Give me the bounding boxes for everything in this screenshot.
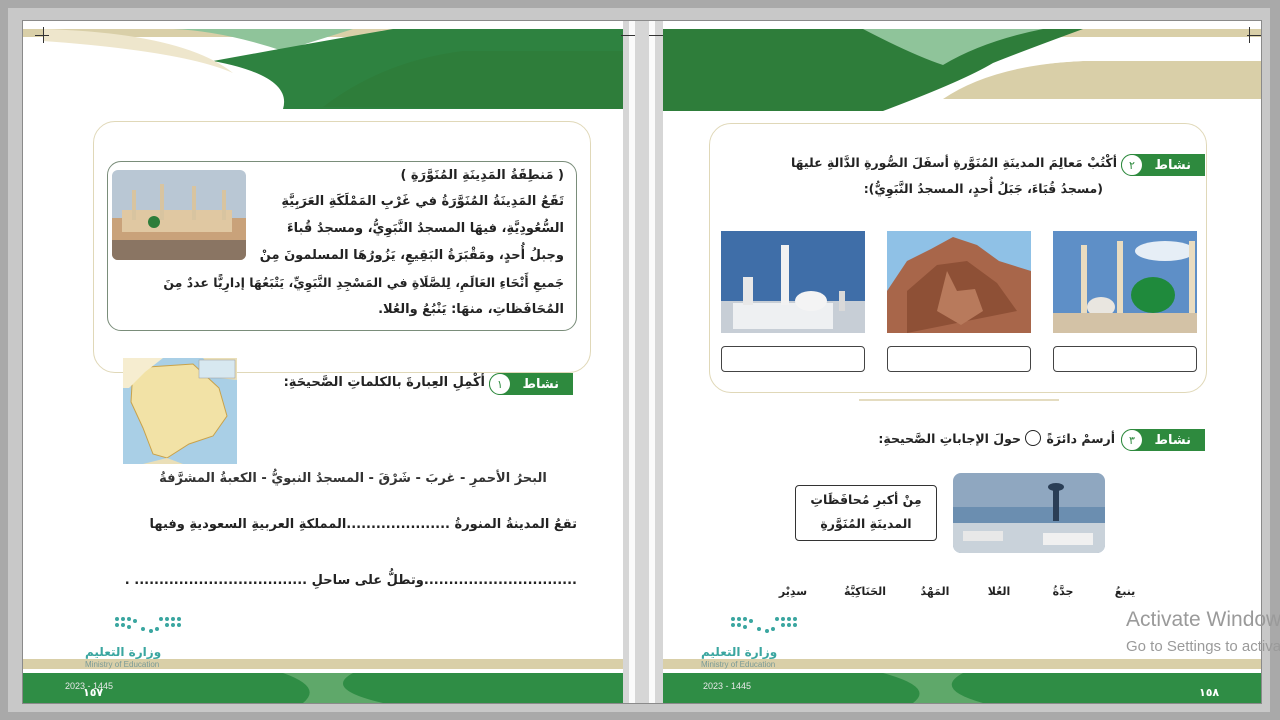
region-text-line: السُّعُودِيَّةِ، فيهَا المسجدُ النَّبَوِ… (286, 221, 564, 236)
saudi-map-image (123, 358, 237, 464)
activity3-instruction-tail: حولَ الإجاباتِ الصَّحيحةِ: (878, 431, 1021, 446)
activity-badge: نشاط ١ (489, 373, 573, 395)
activity-badge: نشاط ٣ (1121, 429, 1205, 451)
ministry-dots-icon (115, 617, 181, 633)
viewer-frame: ( مَنطِقَةُ المَدِينَةِ المُنَوَّرَةِ ) … (8, 8, 1270, 712)
quba-mosque-photo (721, 231, 865, 333)
fill-sentence: ...............................وتطلُّ عل… (124, 573, 577, 588)
ministry-subtitle: Ministry of Education (85, 660, 160, 669)
page-number: ١٥٨ (1199, 686, 1220, 699)
choice-option[interactable]: ينبعُ (1103, 585, 1147, 598)
crop-mark (43, 27, 44, 43)
ministry-logo: وزارة التعليم Ministry of Education (701, 613, 811, 683)
region-text-line: المُحَافَظاتِ، منهَا: يَنْبُعُ والعُلا. (378, 302, 564, 317)
yanbu-waterfront-photo (953, 473, 1105, 553)
region-text-line: تَقَعُ المَدِينَةُ المُنَوَّرَةُ في غَرْ… (281, 194, 564, 209)
mount-uhud-photo (887, 231, 1031, 333)
prophets-mosque-photo (112, 170, 246, 260)
region-info-box: ( مَنطِقَةُ المَدِينَةِ المُنَوَّرَةِ ) … (107, 161, 577, 331)
ministry-name: وزارة التعليم (85, 645, 162, 659)
right-page: نشاط ٢ أكْتُبْ مَعالِمَ المدينَةِ المُنَ… (663, 21, 1261, 703)
activity-badge: نشاط ٢ (1121, 154, 1205, 176)
choice-option[interactable]: العُلا (977, 585, 1021, 598)
book-spread: ( مَنطِقَةُ المَدِينَةِ المُنَوَّرَةِ ) … (22, 20, 1262, 704)
crop-mark (35, 35, 49, 36)
region-title: ( مَنطِقَةُ المَدِينَةِ المُنَوَّرَةِ ) (400, 168, 564, 183)
activity1-instruction: أكْمِلِ العِبارةَ بالكلماتِ الصَّحيحَةِ: (283, 375, 485, 390)
answer-box-1[interactable] (721, 346, 865, 372)
word-bank: البحرُ الأحمرِ - غربَ - شَرْقَ - المسجدُ… (159, 471, 547, 486)
ministry-name: وزارة التعليم (701, 645, 778, 659)
page-number: ١٥٧ (83, 686, 104, 699)
answer-box-3[interactable] (1053, 346, 1197, 372)
ministry-dots-icon (731, 617, 797, 633)
crop-mark (1249, 27, 1250, 43)
prophets-mosque-dome-photo (1053, 231, 1197, 333)
activity-badge-label: نشاط (1154, 157, 1192, 173)
activity-number: ١ (489, 373, 511, 395)
ministry-logo: وزارة التعليم Ministry of Education (85, 613, 195, 683)
activity-badge-label: نشاط (1154, 432, 1192, 448)
activity-number: ٢ (1121, 154, 1143, 176)
activate-windows-subtitle: Go to Settings to activate Windows. (1126, 638, 1280, 655)
activity3-instruction: أرسمْ دائرَةً (1046, 431, 1115, 446)
region-text-line: جَميعِ أَنْحَاءِ العَالَمِ، لِلصَّلَاةِ … (163, 275, 564, 290)
ministry-subtitle: Ministry of Education (701, 660, 776, 669)
activity2-instruction: أكْتُبْ مَعالِمَ المدينَةِ المُنَوَّرةِ … (790, 155, 1117, 170)
fill-sentence: تقعُ المدينةُ المنورةُ .................… (149, 517, 578, 532)
activity-number: ٣ (1121, 429, 1143, 451)
page-gutter (621, 21, 663, 703)
activity2-options: (مسجدُ قُبَاءَ، جَبَلُ أُحدٍ، المسجدُ ال… (863, 181, 1103, 196)
choice-option[interactable]: الحَنَاكِيَّةُ (835, 585, 895, 598)
left-page: ( مَنطِقَةُ المَدِينَةِ المُنَوَّرَةِ ) … (23, 21, 623, 703)
question-box: مِنْ أكبرِ مُحافَظَاتِ المدينَةِ المُنَو… (795, 485, 937, 541)
edition-year: 2023 - 1445 (703, 681, 752, 691)
question-line: مِنْ أكبرِ مُحافَظَاتِ (810, 492, 922, 507)
choice-option[interactable]: المَهْدُ (913, 585, 957, 598)
answer-box-2[interactable] (887, 346, 1031, 372)
region-text-line: وجبلُ أُحدٍ، ومَقْبَرَةُ البَقِيعِ، يَزُ… (259, 248, 564, 263)
choice-option[interactable]: سدِيْر (771, 585, 815, 598)
divider (859, 399, 1059, 401)
activate-windows-title: Activate Windows (1126, 608, 1280, 631)
activity-badge-label: نشاط (522, 376, 560, 392)
question-line: المدينَةِ المُنَوَّرةِ (820, 516, 912, 531)
circle-icon (1025, 430, 1041, 446)
choice-option[interactable]: جدَّةُ (1041, 585, 1085, 598)
